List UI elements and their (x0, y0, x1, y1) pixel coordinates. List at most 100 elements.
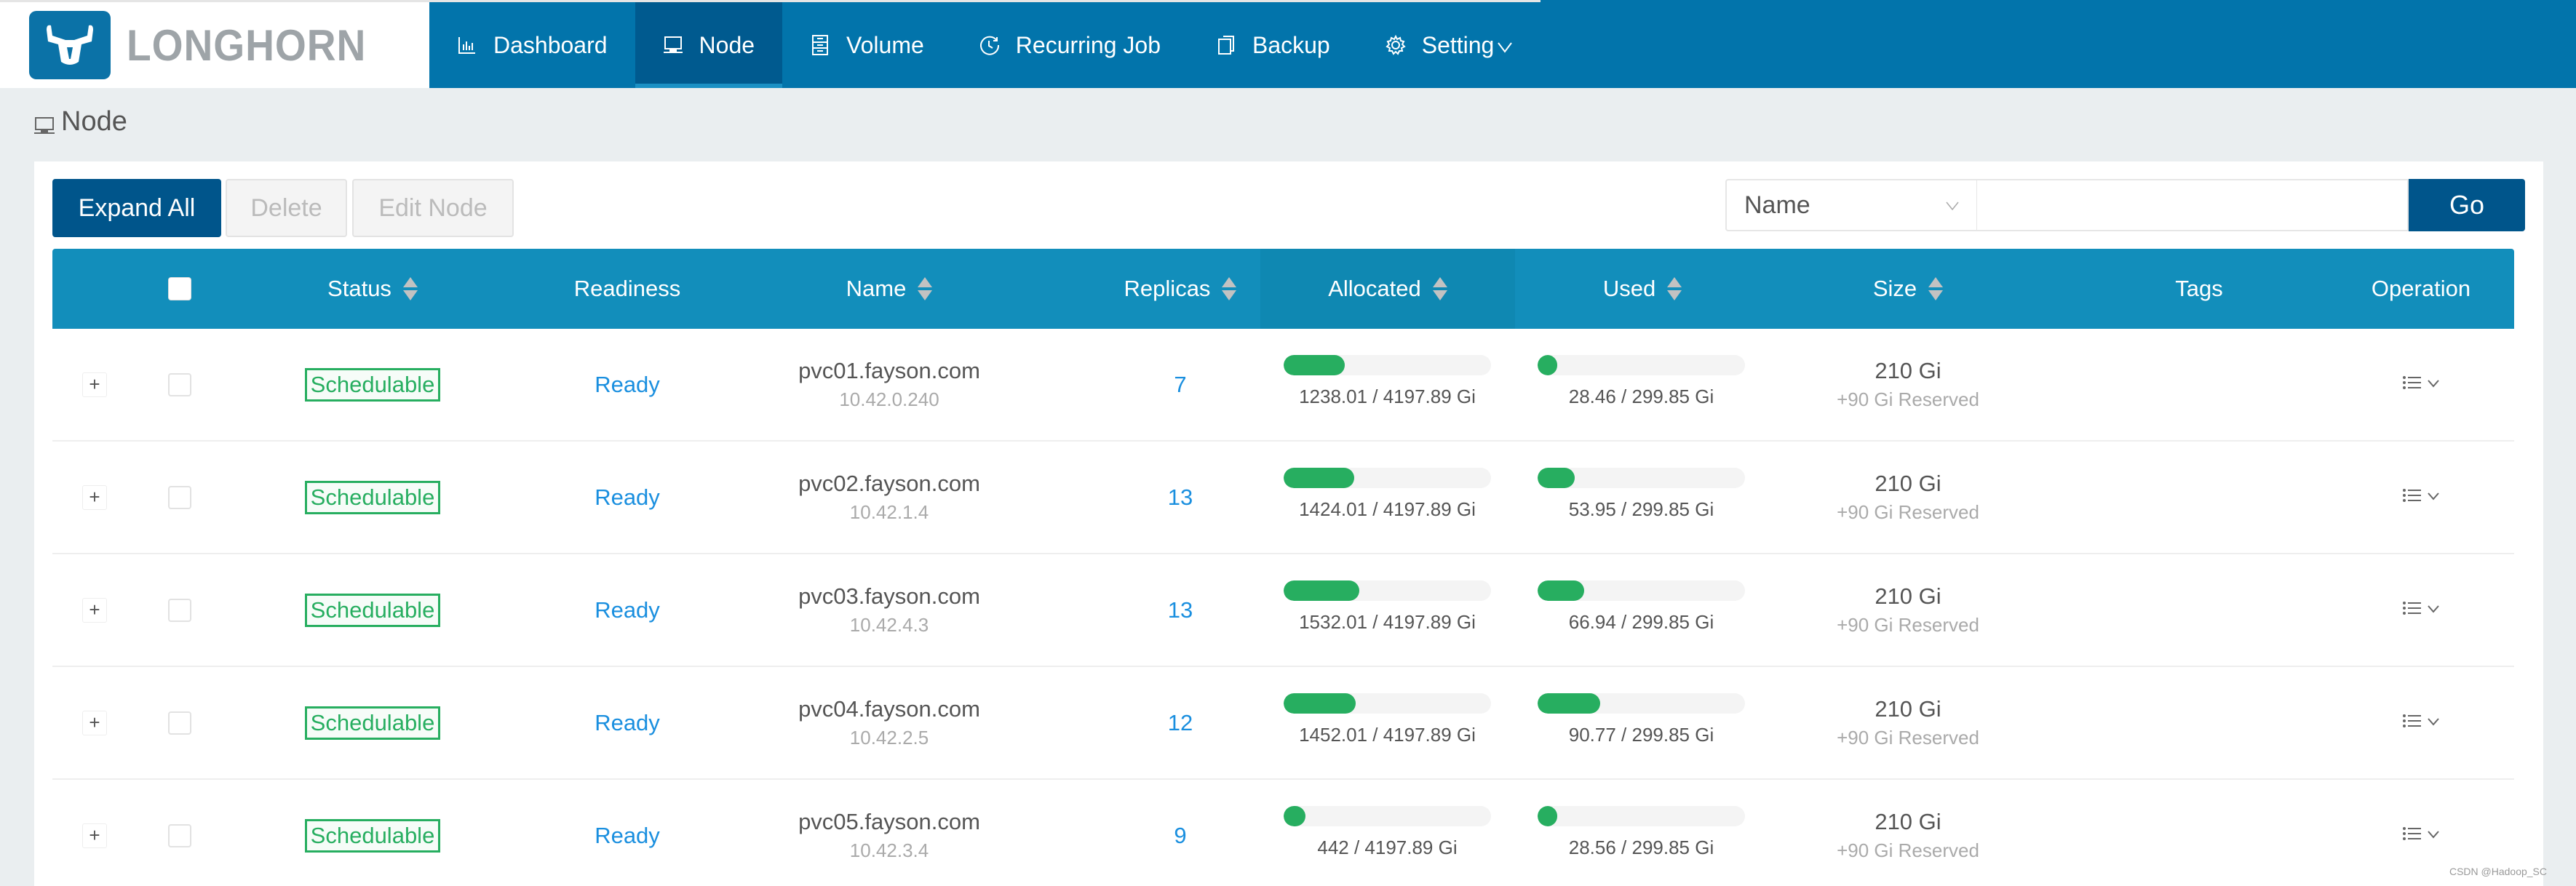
header-name[interactable]: Name (780, 249, 998, 329)
used-label: 28.46 / 299.85 Gi (1568, 386, 1714, 407)
used-label: 28.56 / 299.85 Gi (1568, 837, 1714, 858)
replicas-link[interactable]: 9 (1174, 823, 1186, 849)
header-size[interactable]: Size (1799, 249, 2017, 329)
header-used-label: Used (1602, 276, 1656, 301)
table-row: + Schedulable Ready pvc04.fayson.com 10.… (52, 667, 2514, 780)
used-progress-bar (1538, 468, 1745, 488)
replicas-link[interactable]: 7 (1174, 372, 1186, 398)
expand-row-button[interactable]: + (82, 484, 107, 510)
chevron-down-icon (1497, 32, 1513, 59)
operation-menu-button[interactable] (2403, 488, 2439, 506)
search-input[interactable] (1977, 179, 2409, 231)
allocated-progress-fill (1284, 355, 1345, 375)
row-checkbox[interactable] (168, 823, 191, 847)
node-name: pvc01.fayson.com (798, 358, 980, 383)
replicas-link[interactable]: 12 (1168, 710, 1193, 736)
nav-recurring-job-label: Recurring Job (1015, 31, 1161, 58)
allocated-progress-bar (1284, 355, 1491, 375)
brand-name: LONGHORN (127, 20, 367, 70)
table-row: + Schedulable Ready pvc01.fayson.com 10.… (52, 329, 2514, 442)
nav-setting[interactable]: Setting (1358, 2, 1541, 88)
replicas-link[interactable]: 13 (1168, 484, 1193, 511)
header-replicas[interactable]: Replicas (1071, 249, 1289, 329)
allocated-label: 442 / 4197.89 Gi (1317, 837, 1458, 858)
expand-row-button[interactable]: + (82, 597, 107, 623)
watermark: CSDN @Hadoop_SC (2449, 866, 2547, 877)
readiness-link[interactable]: Ready (595, 823, 660, 849)
nav-dashboard[interactable]: Dashboard (429, 2, 635, 88)
edit-node-button[interactable]: Edit Node (352, 179, 514, 237)
list-icon (2403, 826, 2422, 845)
nav-recurring-job[interactable]: Recurring Job (952, 2, 1188, 88)
allocated-label: 1532.01 / 4197.89 Gi (1299, 611, 1476, 633)
nav-volume-label: Volume (846, 31, 924, 58)
header-size-label: Size (1872, 276, 1917, 301)
node-name: pvc05.fayson.com (798, 809, 980, 834)
size-value: 210 Gi (1875, 583, 1941, 609)
sort-icon (1928, 277, 1944, 300)
nav-volume[interactable]: Volume (782, 2, 952, 88)
node-ip: 10.42.0.240 (839, 388, 939, 410)
expand-row-button[interactable]: + (82, 372, 107, 397)
node-ip: 10.42.4.3 (849, 614, 929, 636)
search-go-button[interactable]: Go (2409, 179, 2525, 231)
operation-menu-button[interactable] (2403, 826, 2439, 845)
page-title: Node (33, 106, 127, 137)
allocated-progress-fill (1284, 806, 1305, 826)
header-replicas-label: Replicas (1124, 276, 1211, 301)
nav-node-label: Node (699, 31, 755, 58)
operation-menu-button[interactable] (2403, 375, 2439, 394)
header-operation-label: Operation (2371, 276, 2471, 301)
header-readiness-label: Readiness (573, 276, 681, 301)
size-value: 210 Gi (1875, 696, 1941, 722)
node-ip: 10.42.2.5 (849, 727, 929, 749)
delete-button[interactable]: Delete (226, 179, 347, 237)
expand-row-button[interactable]: + (82, 823, 107, 848)
size-value: 210 Gi (1875, 809, 1941, 834)
header-allocated-label: Allocated (1328, 276, 1421, 301)
size-reserved: +90 Gi Reserved (1837, 388, 1979, 410)
chevron-down-icon (2428, 491, 2439, 504)
main-nav: Dashboard Node Volume Recurring Job Back… (429, 0, 1541, 88)
node-ip: 10.42.3.4 (849, 839, 929, 861)
operation-menu-button[interactable] (2403, 714, 2439, 732)
allocated-label: 1424.01 / 4197.89 Gi (1299, 498, 1476, 520)
sort-icon (402, 277, 418, 300)
used-progress-bar (1538, 580, 1745, 601)
header-allocated[interactable]: Allocated (1260, 249, 1515, 329)
header-operation: Operation (2330, 249, 2512, 329)
row-checkbox[interactable] (168, 598, 191, 622)
brand[interactable]: LONGHORN (0, 0, 429, 88)
size-reserved: +90 Gi Reserved (1837, 727, 1979, 749)
header-readiness: Readiness (518, 249, 736, 329)
chevron-down-icon (1946, 195, 1959, 215)
page-title-text: Node (61, 106, 127, 137)
node-name: pvc04.fayson.com (798, 696, 980, 722)
row-checkbox[interactable] (168, 711, 191, 735)
nav-node[interactable]: Node (635, 2, 783, 88)
chevron-down-icon (2428, 604, 2439, 617)
row-checkbox[interactable] (168, 372, 191, 396)
allocated-label: 1238.01 / 4197.89 Gi (1299, 386, 1476, 407)
header-tags: Tags (2090, 249, 2308, 329)
expand-all-button[interactable]: Expand All (52, 179, 221, 237)
search-field-select[interactable]: Name (1725, 179, 1977, 231)
status-badge: Schedulable (304, 367, 441, 402)
bar-chart-icon (457, 35, 477, 55)
used-progress-bar (1538, 693, 1745, 714)
used-label: 90.77 / 299.85 Gi (1568, 724, 1714, 746)
row-checkbox[interactable] (168, 485, 191, 509)
operation-menu-button[interactable] (2403, 601, 2439, 619)
readiness-link[interactable]: Ready (595, 710, 660, 736)
replicas-link[interactable]: 13 (1168, 597, 1193, 623)
longhorn-logo-icon (29, 11, 111, 79)
readiness-link[interactable]: Ready (595, 484, 660, 511)
header-status[interactable]: Status (300, 249, 445, 329)
node-name: pvc02.fayson.com (798, 471, 980, 496)
expand-row-button[interactable]: + (82, 710, 107, 735)
nav-backup[interactable]: Backup (1188, 2, 1358, 88)
select-all-checkbox[interactable] (158, 249, 202, 329)
header-used[interactable]: Used (1515, 249, 1770, 329)
readiness-link[interactable]: Ready (595, 372, 660, 398)
readiness-link[interactable]: Ready (595, 597, 660, 623)
